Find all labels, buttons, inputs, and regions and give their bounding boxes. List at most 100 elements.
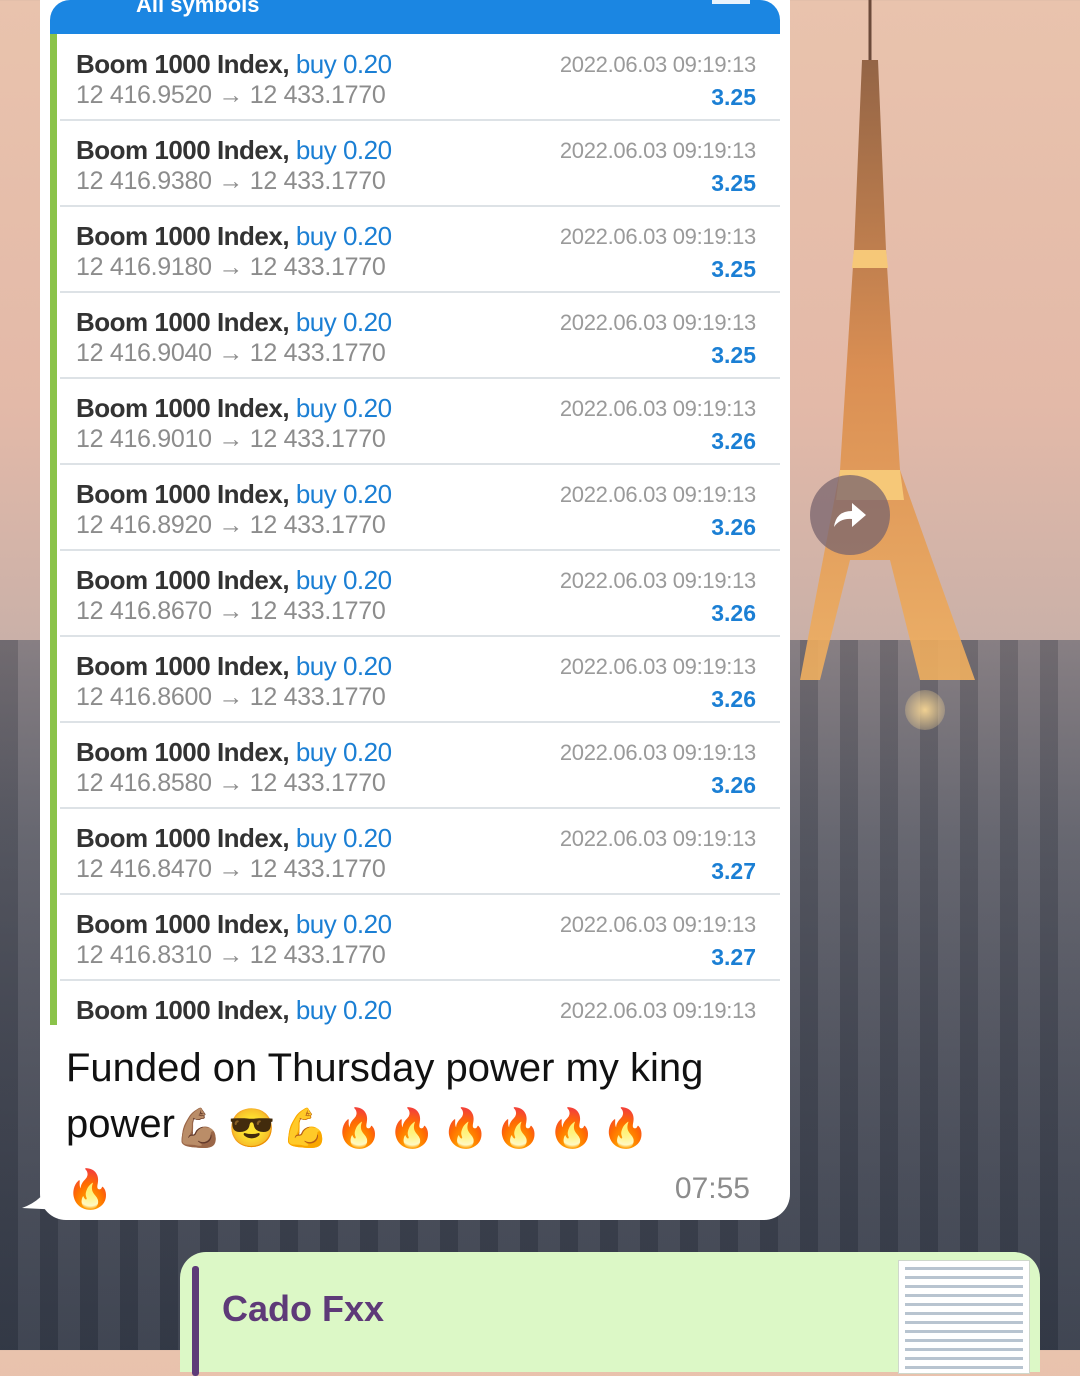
trade-time: 2022.06.03 09:19:13 bbox=[559, 998, 756, 1023]
message-line-3: 🔥 bbox=[66, 1157, 766, 1218]
trade-prices: 12 416.9380 → 12 433.1770 bbox=[76, 167, 386, 195]
trade-symbol: Boom 1000 Index, buy 0.20 bbox=[76, 823, 392, 854]
trade-row[interactable]: Boom 1000 Index, buy 0.20 12 416.9040 → 1… bbox=[60, 293, 780, 379]
trade-time: 2022.06.03 09:19:13 bbox=[559, 310, 756, 335]
trade-symbol: Boom 1000 Index, buy 0.20 bbox=[76, 651, 392, 682]
trade-symbol-name: Boom 1000 Index, bbox=[76, 307, 290, 337]
trade-profit: 3.26 bbox=[711, 772, 756, 798]
trade-profit: 3.26 bbox=[711, 600, 756, 626]
message-emoji: 🔥 bbox=[441, 1108, 489, 1150]
trade-row[interactable]: Boom 1000 Index, buy 0.20 12 416.8470 → 1… bbox=[60, 809, 780, 895]
trade-symbol-name: Boom 1000 Index, bbox=[76, 909, 290, 939]
trade-prices: 12 416.8310 → 12 433.1770 bbox=[76, 941, 386, 969]
trade-side: buy 0.20 bbox=[295, 221, 392, 251]
header-menu-icon bbox=[712, 0, 750, 4]
message-emoji: 💪🏽 bbox=[174, 1108, 223, 1150]
trade-row[interactable]: Boom 1000 Index, buy 0.20 12 416.8600 → 1… bbox=[60, 637, 780, 723]
trade-profit: 3.26 bbox=[711, 514, 756, 540]
trade-time: 2022.06.03 09:19:13 bbox=[559, 482, 756, 507]
trade-symbol-name: Boom 1000 Index, bbox=[76, 135, 290, 165]
trade-side: buy 0.20 bbox=[295, 823, 392, 853]
message-emoji: 🔥 bbox=[334, 1108, 383, 1150]
trade-row[interactable]: Boom 1000 Index, buy 0.20 12 416.9380 → 1… bbox=[60, 121, 780, 207]
emoji-row: 💪🏽 😎 💪 🔥 🔥 🔥 🔥 🔥 🔥 bbox=[175, 1102, 655, 1150]
screenshot-title: All symbols bbox=[136, 0, 260, 17]
message-emoji: 🔥 bbox=[388, 1108, 436, 1150]
trade-row[interactable]: Boom 1000 Index, buy 0.20 12 416.9180 → 1… bbox=[60, 207, 780, 293]
trade-symbol-name: Boom 1000 Index, bbox=[76, 565, 290, 595]
trade-profit: 3.25 bbox=[711, 256, 756, 282]
trade-symbol-name: Boom 1000 Index, bbox=[76, 221, 290, 251]
trade-side: buy 0.20 bbox=[295, 565, 392, 595]
trade-screenshot[interactable]: All symbols Boom 1000 Index, buy 0.20 12 … bbox=[50, 0, 780, 1025]
trade-time: 2022.06.03 09:19:13 bbox=[559, 826, 756, 851]
trade-symbol: Boom 1000 Index, buy 0.20 bbox=[76, 135, 392, 166]
message-text: Funded on Thursday power my king power💪🏽… bbox=[66, 1040, 766, 1218]
trade-side: buy 0.20 bbox=[295, 737, 392, 767]
screenshot-accent-bar bbox=[50, 34, 57, 1025]
message-emoji: 🔥 bbox=[601, 1108, 649, 1150]
trade-profit: 3.27 bbox=[711, 858, 756, 884]
trade-side: buy 0.20 bbox=[295, 393, 392, 423]
forward-button[interactable] bbox=[810, 475, 890, 555]
trade-row[interactable]: Boom 1000 Index, buy 0.20 12 416.9010 → 1… bbox=[60, 379, 780, 465]
trade-profit: 3.25 bbox=[711, 342, 756, 368]
trade-symbol-name: Boom 1000 Index, bbox=[76, 995, 290, 1025]
trade-prices: 12 416.9520 → 12 433.1770 bbox=[76, 81, 386, 109]
message-line-2-word: power bbox=[66, 1102, 175, 1146]
trade-symbol-name: Boom 1000 Index, bbox=[76, 823, 290, 853]
trade-symbol: Boom 1000 Index, buy 0.20 bbox=[76, 221, 392, 252]
reply-quote-bar bbox=[192, 1266, 199, 1376]
trade-side: buy 0.20 bbox=[295, 307, 392, 337]
trade-symbol: Boom 1000 Index, buy 0.20 bbox=[76, 49, 392, 80]
trade-prices: 12 416.8920 → 12 433.1770 bbox=[76, 511, 386, 539]
trade-prices: 12 416.8470 → 12 433.1770 bbox=[76, 855, 386, 883]
message-emoji: 😎 bbox=[228, 1108, 276, 1150]
trade-row[interactable]: Boom 1000 Index, buy 0.20 12 416.8670 → 1… bbox=[60, 551, 780, 637]
trade-prices: 12 416.8670 → 12 433.1770 bbox=[76, 597, 386, 625]
trade-symbol: Boom 1000 Index, buy 0.20 bbox=[76, 909, 392, 940]
trade-profit: 3.26 bbox=[711, 686, 756, 712]
trade-side: buy 0.20 bbox=[295, 135, 392, 165]
trade-time: 2022.06.03 09:19:13 bbox=[559, 396, 756, 421]
trade-symbol: Boom 1000 Index, buy 0.20 bbox=[76, 479, 392, 510]
trade-symbol: Boom 1000 Index, buy 0.20 bbox=[76, 565, 392, 596]
message-emoji: 🔥 bbox=[494, 1108, 543, 1150]
trade-row[interactable]: Boom 1000 Index, buy 0.20 12 416.8580 → 1… bbox=[60, 723, 780, 809]
trade-side: buy 0.20 bbox=[295, 651, 392, 681]
message-emoji: 🔥 bbox=[548, 1108, 596, 1150]
trade-symbol-name: Boom 1000 Index, bbox=[76, 393, 290, 423]
trade-list: Boom 1000 Index, buy 0.20 12 416.9520 → 1… bbox=[60, 35, 780, 1025]
trade-symbol: Boom 1000 Index, buy 0.20 bbox=[76, 393, 392, 424]
trade-profit: 3.25 bbox=[711, 170, 756, 196]
trade-time: 2022.06.03 09:19:13 bbox=[559, 52, 756, 77]
trade-profit: 3.27 bbox=[711, 944, 756, 970]
trade-row[interactable]: Boom 1000 Index, buy 0.20 12 416.8310 → 1… bbox=[60, 895, 780, 981]
trade-row[interactable]: Boom 1000 Index, buy 0.20 12 416.8920 → 1… bbox=[60, 465, 780, 551]
trade-row[interactable]: Boom 1000 Index, buy 0.20 12 416.9520 → 1… bbox=[60, 35, 780, 121]
reply-thumbnail[interactable] bbox=[898, 1260, 1030, 1374]
trade-profit: 3.26 bbox=[711, 428, 756, 454]
trade-time: 2022.06.03 09:19:13 bbox=[559, 740, 756, 765]
trade-symbol-name: Boom 1000 Index, bbox=[76, 737, 290, 767]
reply-sender-name: Cado Fxx bbox=[222, 1288, 385, 1329]
trade-time: 2022.06.03 09:19:13 bbox=[559, 138, 756, 163]
message-line-2: power💪🏽 😎 💪 🔥 🔥 🔥 🔥 🔥 🔥 bbox=[66, 1096, 766, 1157]
trade-time: 2022.06.03 09:19:13 bbox=[559, 568, 756, 593]
reply-bubble[interactable]: Cado Fxx bbox=[180, 1252, 1040, 1376]
trade-symbol: Boom 1000 Index, buy 0.20 bbox=[76, 995, 392, 1025]
message-line-1: Funded on Thursday power my king bbox=[66, 1046, 704, 1090]
trade-prices: 12 416.9180 → 12 433.1770 bbox=[76, 253, 386, 281]
trade-symbol-name: Boom 1000 Index, bbox=[76, 479, 290, 509]
trade-row[interactable]: Boom 1000 Index, buy 0.20 2022.06.03 09:1… bbox=[60, 981, 780, 1025]
fire-emoji: 🔥 bbox=[66, 1169, 114, 1211]
trade-side: buy 0.20 bbox=[295, 479, 392, 509]
trade-side: buy 0.20 bbox=[295, 49, 392, 79]
trade-prices: 12 416.8580 → 12 433.1770 bbox=[76, 769, 386, 797]
trade-time: 2022.06.03 09:19:13 bbox=[559, 912, 756, 937]
trade-time: 2022.06.03 09:19:13 bbox=[559, 654, 756, 679]
forward-arrow-icon bbox=[834, 503, 866, 527]
eiffel-tower-background bbox=[800, 0, 975, 680]
trade-side: buy 0.20 bbox=[295, 995, 392, 1025]
trade-symbol-name: Boom 1000 Index, bbox=[76, 651, 290, 681]
